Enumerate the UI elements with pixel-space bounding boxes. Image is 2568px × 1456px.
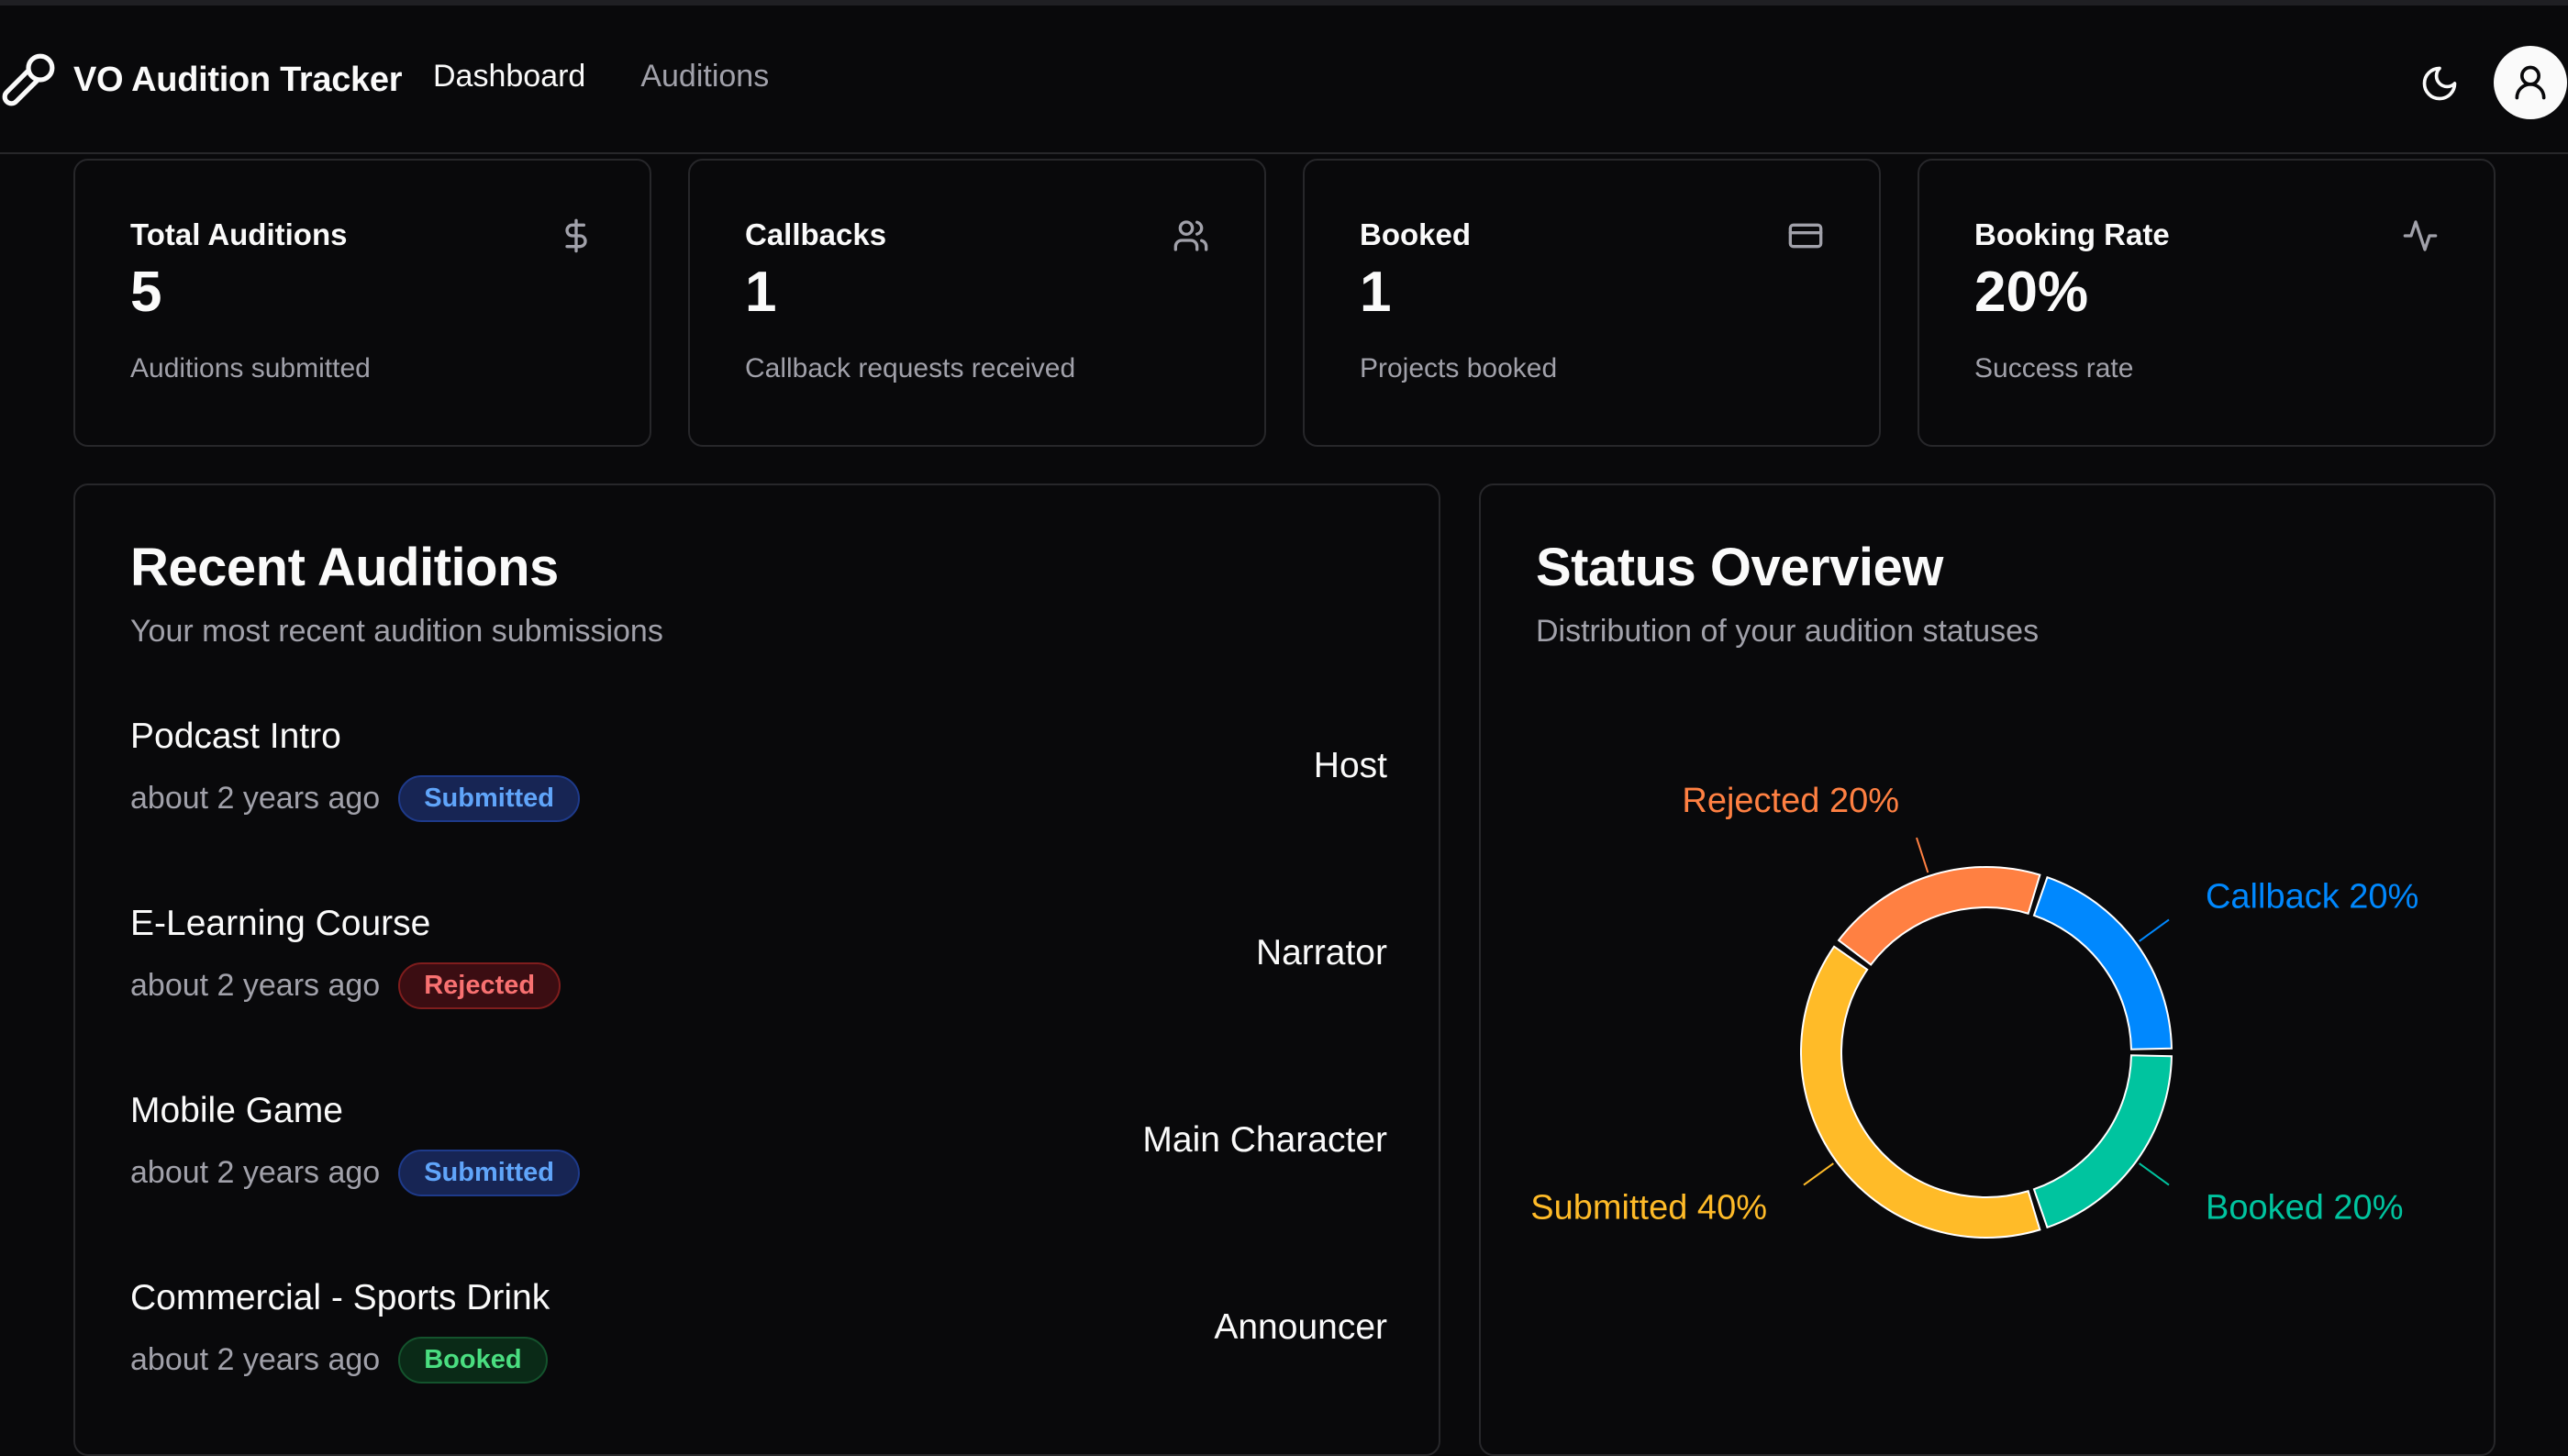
donut-label-booked: Booked 20% xyxy=(2206,1188,2404,1227)
audition-meta: about 2 years ago Submitted xyxy=(130,775,580,822)
stat-value: 1 xyxy=(745,261,777,324)
audition-list-item[interactable]: Mobile Game about 2 years ago Submitted … xyxy=(130,1091,1387,1219)
dollar-icon xyxy=(565,218,587,253)
stat-card-booking-rate: Booking Rate 20% Success rate xyxy=(1918,159,2496,447)
donut-label-line-callback xyxy=(2139,918,2170,942)
top-navbar: VO Audition Tracker Dashboard Auditions xyxy=(0,6,2568,154)
nav-dashboard-link[interactable]: Dashboard xyxy=(433,59,585,94)
audition-meta: about 2 years ago Submitted xyxy=(130,1150,580,1196)
audition-time: about 2 years ago xyxy=(130,1342,381,1377)
app-title: VO Audition Tracker xyxy=(73,60,403,99)
donut-slice-booked[interactable] xyxy=(2032,1054,2173,1229)
stat-card-booked: Booked 1 Projects booked xyxy=(1303,159,1881,447)
stat-description: Projects booked xyxy=(1360,353,1558,383)
audition-time: about 2 years ago xyxy=(130,968,381,1003)
stat-label: Booked xyxy=(1360,217,1472,251)
recent-auditions-title: Recent Auditions xyxy=(130,538,559,597)
activity-icon xyxy=(2403,220,2438,251)
donut-label-line-submitted xyxy=(1803,1162,1834,1186)
donut-slice-rejected[interactable] xyxy=(1837,866,2041,966)
stat-card-total-auditions: Total Auditions 5 Auditions submitted xyxy=(73,159,651,447)
audition-role: Announcer xyxy=(1214,1307,1387,1347)
stat-card-callbacks: Callbacks 1 Callback requests received xyxy=(688,159,1266,447)
donut-label-callback: Callback 20% xyxy=(2206,878,2418,917)
main-nav: Dashboard Auditions xyxy=(433,59,769,94)
audition-time: about 2 years ago xyxy=(130,1155,381,1190)
nav-auditions-link[interactable]: Auditions xyxy=(640,59,769,94)
audition-role: Main Character xyxy=(1142,1120,1387,1160)
audition-meta: about 2 years ago Rejected xyxy=(130,962,561,1009)
audition-role: Narrator xyxy=(1255,933,1387,973)
audition-list-item[interactable]: Commercial - Sports Drink about 2 years … xyxy=(130,1278,1387,1406)
audition-title: Podcast Intro xyxy=(130,717,341,756)
status-badge: Booked xyxy=(398,1337,548,1384)
stat-label: Callbacks xyxy=(745,217,887,251)
users-icon xyxy=(1173,220,1208,251)
donut-label-submitted: Submitted 40% xyxy=(1530,1188,1767,1227)
stat-description: Success rate xyxy=(1974,353,2134,383)
recent-auditions-card: Recent Auditions Your most recent auditi… xyxy=(73,483,1440,1456)
audition-title: E-Learning Course xyxy=(130,904,431,943)
donut-slice-submitted[interactable] xyxy=(1800,945,2041,1239)
audition-meta: about 2 years ago Booked xyxy=(130,1337,548,1384)
audition-title: Mobile Game xyxy=(130,1091,343,1130)
status-badge: Rejected xyxy=(398,962,561,1009)
status-donut-chart: Callback 20% Rejected 20% Submitted 40% Boo… xyxy=(1530,782,2418,1239)
donut-label-line-rejected xyxy=(1916,837,1929,873)
credit-card-icon xyxy=(1788,223,1823,249)
audition-role: Host xyxy=(1313,746,1387,785)
stat-value: 20% xyxy=(1974,261,2089,324)
audition-list-item[interactable]: E-Learning Course about 2 years ago Reje… xyxy=(130,904,1387,1032)
status-badge: Submitted xyxy=(398,1150,580,1196)
user-icon xyxy=(2515,65,2546,100)
user-avatar-button[interactable] xyxy=(2494,46,2567,119)
donut-label-line-booked xyxy=(2139,1162,2170,1186)
moon-icon[interactable] xyxy=(2419,63,2460,104)
audition-list-item[interactable]: Podcast Intro about 2 years ago Submitte… xyxy=(130,717,1387,845)
status-badge: Submitted xyxy=(398,775,580,822)
brand[interactable]: VO Audition Tracker xyxy=(0,51,403,108)
donut-slice-callback[interactable] xyxy=(2032,875,2173,1050)
microphone-icon xyxy=(2,53,55,106)
audition-time: about 2 years ago xyxy=(130,781,381,816)
stat-value: 1 xyxy=(1360,261,1392,324)
stat-label: Booking Rate xyxy=(1974,217,2170,251)
stat-description: Auditions submitted xyxy=(130,353,371,383)
stat-description: Callback requests received xyxy=(745,353,1076,383)
status-overview-card: Status Overview Distribution of your aud… xyxy=(1479,483,2496,1456)
stat-value: 5 xyxy=(130,261,162,324)
audition-title: Commercial - Sports Drink xyxy=(130,1278,550,1317)
recent-auditions-subtitle: Your most recent audition submissions xyxy=(130,614,663,649)
stat-label: Total Auditions xyxy=(130,217,348,251)
donut-label-rejected: Rejected 20% xyxy=(1682,782,1899,820)
